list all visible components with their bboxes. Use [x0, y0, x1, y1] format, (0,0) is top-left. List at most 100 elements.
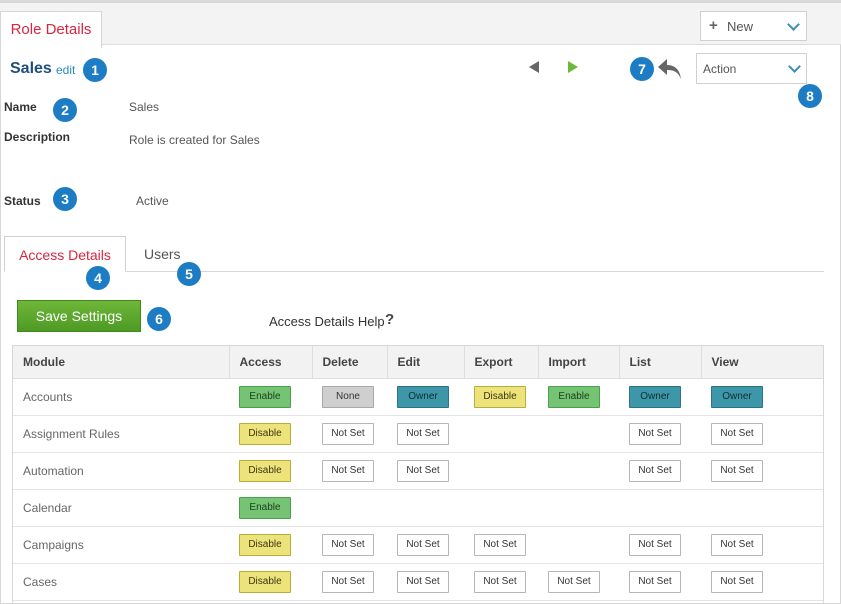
module-name: Cases: [13, 563, 229, 601]
tabs-divider: [4, 271, 824, 272]
cell-import: [538, 415, 619, 453]
cell-edit: Owner: [387, 378, 464, 416]
cell-list: Not Set: [619, 563, 701, 601]
new-button-label: New: [727, 19, 754, 34]
undo-icon[interactable]: [656, 56, 684, 82]
table-row: Campaigns Disable Not Set Not Set Not Set Not…: [13, 526, 823, 564]
access-permission-button[interactable]: Disable: [239, 570, 291, 593]
view-permission-button[interactable]: Owner: [711, 385, 763, 408]
import-permission-button[interactable]: Enable: [548, 385, 600, 408]
delete-permission-button[interactable]: Not Set: [322, 459, 374, 482]
access-permission-button[interactable]: Disable: [239, 422, 291, 445]
status-value: Active: [136, 194, 169, 208]
cell-list: Not Set: [619, 526, 701, 564]
access-permission-button[interactable]: Enable: [239, 496, 291, 519]
cell-delete: Not Set: [312, 452, 387, 490]
cell-import: Enable: [538, 378, 619, 416]
description-value: Role is created for Sales: [129, 133, 260, 147]
table-row: Automation Disable Not Set Not Set Not Set No…: [13, 452, 823, 490]
edit-permission-button[interactable]: Owner: [397, 385, 449, 408]
delete-permission-button[interactable]: Not Set: [322, 422, 374, 445]
module-name: Automation: [13, 452, 229, 490]
cell-view: Not Set: [701, 415, 823, 453]
callout-badge-7: 7: [630, 57, 654, 81]
callout-badge-1: 1: [83, 58, 107, 82]
list-permission-button[interactable]: Not Set: [629, 422, 681, 445]
edit-permission-button[interactable]: Not Set: [397, 459, 449, 482]
access-permission-button[interactable]: Disable: [239, 533, 291, 556]
cell-access: Disable: [229, 526, 312, 564]
export-permission-button[interactable]: Not Set: [474, 533, 526, 556]
view-permission-button[interactable]: Not Set: [711, 533, 763, 556]
view-permission-button[interactable]: Not Set: [711, 422, 763, 445]
list-permission-button[interactable]: Not Set: [629, 459, 681, 482]
cell-delete: [312, 489, 387, 527]
column-header-access[interactable]: Access: [229, 346, 313, 379]
cell-delete: Not Set: [312, 415, 387, 453]
delete-permission-button[interactable]: None: [322, 385, 374, 408]
cell-list: Not Set: [619, 452, 701, 490]
status-label: Status: [4, 194, 41, 208]
list-permission-button[interactable]: Owner: [629, 385, 681, 408]
module-name: Calendar: [13, 489, 229, 527]
action-dropdown[interactable]: Action: [696, 53, 807, 84]
export-permission-button[interactable]: Not Set: [474, 570, 526, 593]
callout-badge-4: 4: [86, 266, 110, 290]
access-permission-button[interactable]: Enable: [239, 385, 291, 408]
cell-list: [619, 489, 701, 527]
cell-edit: Not Set: [387, 526, 464, 564]
column-header-import[interactable]: Import: [538, 346, 620, 379]
tab-role-details[interactable]: Role Details: [0, 11, 102, 48]
cell-export: [464, 452, 538, 490]
edit-permission-button[interactable]: Not Set: [397, 570, 449, 593]
table-row: Accounts Enable None Owner Disable Enable Owne…: [13, 378, 823, 416]
callout-badge-2: 2: [53, 98, 77, 122]
delete-permission-button[interactable]: Not Set: [322, 570, 374, 593]
column-header-delete[interactable]: Delete: [312, 346, 388, 379]
list-permission-button[interactable]: Not Set: [629, 570, 681, 593]
tab-access-details[interactable]: Access Details: [4, 236, 126, 272]
cell-import: [538, 489, 619, 527]
edit-link[interactable]: edit: [56, 63, 75, 77]
new-button[interactable]: + New: [700, 11, 807, 41]
delete-permission-button[interactable]: Not Set: [322, 533, 374, 556]
cell-edit: [387, 489, 464, 527]
cell-view: Not Set: [701, 563, 823, 601]
cell-import: [538, 452, 619, 490]
cell-edit: Not Set: [387, 452, 464, 490]
cell-list: Not Set: [619, 415, 701, 453]
import-permission-button[interactable]: Not Set: [548, 570, 600, 593]
table-header-row: Module Access Delete Edit Export Import …: [13, 346, 823, 379]
table-row: Calendar Enable: [13, 489, 823, 527]
cell-access: Disable: [229, 563, 312, 601]
export-permission-button[interactable]: Disable: [474, 385, 526, 408]
view-permission-button[interactable]: Not Set: [711, 459, 763, 482]
column-header-module[interactable]: Module: [13, 346, 230, 379]
access-permission-button[interactable]: Disable: [239, 459, 291, 482]
arrow-right-icon[interactable]: [568, 61, 578, 73]
module-name: Assignment Rules: [13, 415, 229, 453]
arrow-left-icon[interactable]: [529, 61, 539, 73]
cell-import: Not Set: [538, 563, 619, 601]
cell-delete: None: [312, 378, 387, 416]
column-header-edit[interactable]: Edit: [387, 346, 465, 379]
callout-badge-3: 3: [53, 187, 77, 211]
top-bar: Role Details + New: [0, 0, 841, 48]
save-settings-button[interactable]: Save Settings: [17, 300, 141, 332]
view-permission-button[interactable]: Not Set: [711, 570, 763, 593]
column-header-view[interactable]: View: [701, 346, 823, 379]
question-icon[interactable]: ?: [385, 311, 394, 328]
module-name: Campaigns: [13, 526, 229, 564]
cell-access: Enable: [229, 378, 312, 416]
tab-users[interactable]: Users: [144, 246, 181, 262]
edit-permission-button[interactable]: Not Set: [397, 422, 449, 445]
access-details-help-link[interactable]: Access Details Help: [269, 314, 385, 329]
cell-delete: Not Set: [312, 526, 387, 564]
cell-export: [464, 489, 538, 527]
column-header-export[interactable]: Export: [464, 346, 539, 379]
list-permission-button[interactable]: Not Set: [629, 533, 681, 556]
edit-permission-button[interactable]: Not Set: [397, 533, 449, 556]
column-header-list[interactable]: List: [619, 346, 702, 379]
table-body: Accounts Enable None Owner Disable Enable Owne…: [13, 378, 823, 601]
cell-export: Not Set: [464, 563, 538, 601]
